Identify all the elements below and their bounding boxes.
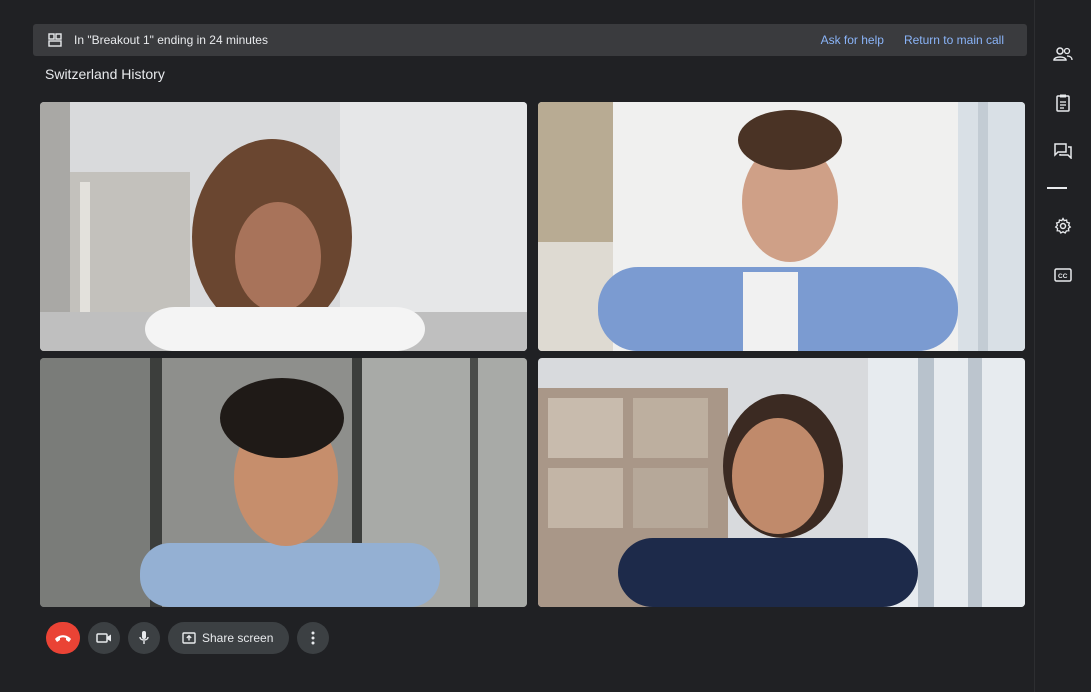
chat-icon[interactable]	[1049, 137, 1077, 165]
share-screen-button[interactable]: Share screen	[168, 622, 290, 654]
participant-video-tile[interactable]	[538, 102, 1025, 351]
camera-button[interactable]	[88, 622, 120, 654]
breakout-rooms-icon	[48, 33, 62, 47]
svg-text:CC: CC	[1058, 273, 1068, 280]
more-vert-icon	[311, 631, 315, 645]
meeting-title: Switzerland History	[45, 66, 165, 82]
call-controls: Share screen	[46, 622, 330, 654]
present-screen-icon	[182, 632, 196, 644]
participant-video-2	[538, 102, 1025, 351]
microphone-icon	[139, 631, 149, 644]
microphone-button[interactable]	[128, 622, 160, 654]
ask-for-help-link[interactable]: Ask for help	[821, 33, 884, 47]
participant-video-4	[538, 358, 1025, 607]
rail-divider	[1047, 187, 1067, 189]
settings-icon[interactable]	[1049, 212, 1077, 240]
return-to-main-call-link[interactable]: Return to main call	[904, 33, 1004, 47]
notes-icon[interactable]	[1049, 89, 1077, 117]
participant-video-tile[interactable]	[40, 358, 527, 607]
hang-up-icon	[55, 635, 71, 642]
participant-video-tile[interactable]	[538, 358, 1025, 607]
meeting-main: In "Breakout 1" ending in 24 minutes Ask…	[0, 0, 1034, 692]
captions-icon[interactable]: CC	[1049, 261, 1077, 289]
side-rail: CC	[1034, 0, 1091, 692]
more-options-button[interactable]	[297, 622, 330, 654]
participant-video-1	[40, 102, 527, 351]
breakout-status-text: In "Breakout 1" ending in 24 minutes	[74, 33, 268, 47]
participant-video-3	[40, 358, 527, 607]
share-screen-label: Share screen	[202, 631, 274, 645]
camera-icon	[96, 633, 111, 643]
breakout-banner: In "Breakout 1" ending in 24 minutes Ask…	[33, 24, 1027, 56]
participant-video-tile[interactable]	[40, 102, 527, 351]
hang-up-button[interactable]	[46, 622, 80, 654]
people-icon[interactable]	[1049, 40, 1077, 68]
